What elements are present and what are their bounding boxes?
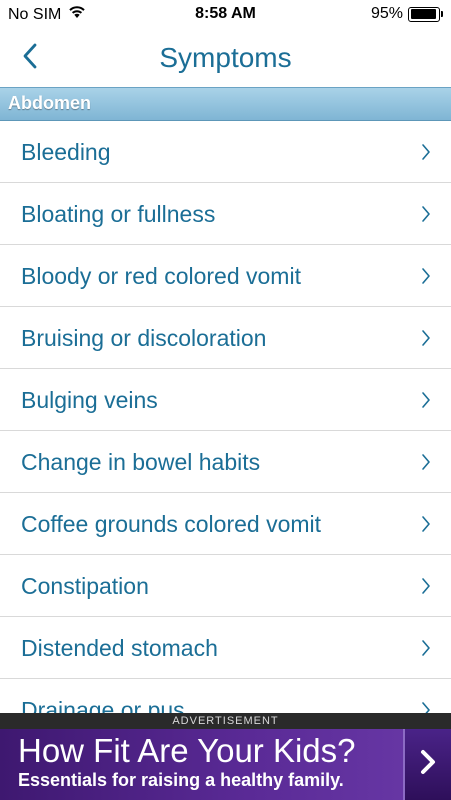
- list-item[interactable]: Distended stomach: [0, 617, 451, 679]
- ad-banner[interactable]: How Fit Are Your Kids? Essentials for ra…: [0, 729, 451, 800]
- chevron-right-icon: [421, 391, 431, 414]
- ad-arrow-button[interactable]: [403, 729, 451, 800]
- chevron-right-icon: [421, 639, 431, 662]
- chevron-right-icon: [421, 143, 431, 166]
- navigation-bar: Symptoms: [0, 30, 451, 87]
- list-item-label: Drainage or pus: [21, 697, 185, 713]
- list-item-label: Bloody or red colored vomit: [21, 263, 301, 289]
- ad-label: ADVERTISEMENT: [0, 713, 451, 729]
- list-item-label: Distended stomach: [21, 635, 218, 661]
- list-item-label: Change in bowel habits: [21, 449, 261, 475]
- battery-icon: [408, 6, 440, 22]
- list-item[interactable]: Bleeding: [0, 121, 451, 183]
- section-header-title: Abdomen: [8, 93, 91, 113]
- battery-tip: [441, 11, 443, 17]
- list-item[interactable]: Constipation: [0, 555, 451, 617]
- battery-fill: [410, 9, 436, 19]
- chevron-right-icon: [421, 701, 431, 713]
- chevron-right-icon: [421, 267, 431, 290]
- battery-percent: 95%: [370, 5, 403, 22]
- chevron-right-icon: [421, 453, 431, 476]
- symptom-list[interactable]: Bleeding Bloating or fullness Bloody or re…: [0, 121, 451, 713]
- list-item[interactable]: Bloody or red colored vomit: [0, 245, 451, 307]
- list-item-label: Coffee grounds colored vomit: [21, 511, 322, 537]
- list-item[interactable]: Bloating or fullness: [0, 183, 451, 245]
- list-item-label: Constipation: [21, 573, 149, 599]
- status-right: 95%: [371, 5, 443, 23]
- list-item[interactable]: Bruising or discoloration: [0, 307, 451, 369]
- status-bar: No SIM 8:58 AM 95%: [0, 0, 451, 30]
- list-item-label: Bloating or fullness: [21, 201, 216, 227]
- ad-headline: How Fit Are Your Kids?: [18, 732, 356, 769]
- chevron-right-icon: [420, 749, 436, 780]
- chevron-right-icon: [421, 329, 431, 352]
- list-item[interactable]: Drainage or pus: [0, 679, 451, 713]
- chevron-right-icon: [421, 515, 431, 538]
- section-header: Abdomen: [0, 87, 451, 121]
- list-item-label: Bulging veins: [21, 387, 158, 413]
- list-item[interactable]: Bulging veins: [0, 369, 451, 431]
- ad-subline: Essentials for raising a healthy family.: [18, 770, 344, 790]
- chevron-right-icon: [421, 577, 431, 600]
- list-item-label: Bruising or discoloration: [21, 325, 267, 351]
- list-item[interactable]: Coffee grounds colored vomit: [0, 493, 451, 555]
- chevron-right-icon: [421, 205, 431, 228]
- list-item-label: Bleeding: [21, 139, 111, 165]
- list-item[interactable]: Change in bowel habits: [0, 431, 451, 493]
- page-title: Symptoms: [159, 42, 292, 73]
